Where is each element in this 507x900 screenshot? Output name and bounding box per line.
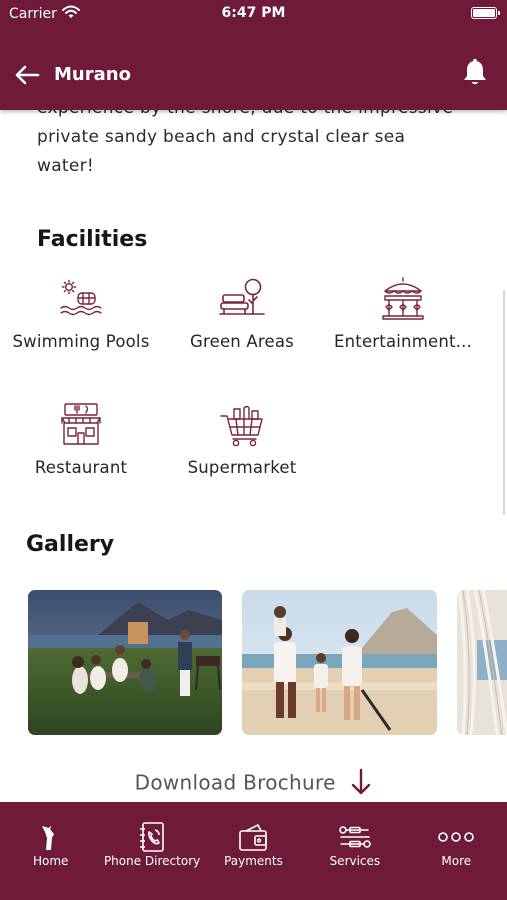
app-header: Carrier 6:47 PM Murano <box>0 0 507 110</box>
facility-restaurant[interactable]: Restaurant <box>0 402 162 477</box>
home-icon <box>41 825 54 850</box>
status-bar: Carrier 6:47 PM <box>0 0 507 30</box>
tab-label: Phone Directory <box>103 854 201 868</box>
tab-label: Payments <box>224 854 283 868</box>
tab-phone-directory[interactable]: Phone Directory <box>101 802 202 900</box>
more-icon <box>438 832 475 842</box>
phone-directory-icon <box>140 822 164 852</box>
page-title: Murano <box>54 64 131 85</box>
project-description: experience by the shore, due to the impr… <box>37 110 453 176</box>
entertainment-icon <box>382 277 424 320</box>
tab-payments[interactable]: Payments <box>203 802 304 900</box>
status-time: 6:47 PM <box>221 5 286 21</box>
tab-home[interactable]: Home <box>0 802 101 900</box>
facility-label: Entertainment... <box>334 332 472 351</box>
arrow-down-icon <box>352 768 371 795</box>
green-areas-icon <box>219 278 265 315</box>
facility-label: Supermarket <box>187 458 297 477</box>
tab-more[interactable]: More <box>406 802 507 900</box>
facility-label: Green Areas <box>190 332 294 351</box>
notifications-button[interactable] <box>461 58 489 88</box>
services-icon <box>339 826 371 848</box>
scrollbar[interactable] <box>503 290 505 515</box>
download-brochure-button[interactable]: Download Brochure <box>0 768 507 798</box>
back-button[interactable] <box>14 63 40 87</box>
facility-label: Restaurant <box>34 458 128 477</box>
facilities-heading: Facilities <box>37 227 148 252</box>
tab-label: Home <box>32 854 69 868</box>
tab-label: Services <box>329 854 381 868</box>
tab-services[interactable]: Services <box>304 802 405 900</box>
facility-green-areas[interactable]: Green Areas <box>161 276 323 351</box>
main-content[interactable]: experience by the shore, due to the impr… <box>0 110 507 802</box>
family-barbecue-image <box>28 590 222 735</box>
facility-supermarket[interactable]: Supermarket <box>161 402 323 477</box>
wallet-icon <box>239 824 268 851</box>
facility-label: Swimming Pools <box>12 332 150 351</box>
beach-family-image <box>242 590 437 735</box>
macrame-image <box>457 590 507 735</box>
battery-icon <box>471 7 500 19</box>
facility-entertainment[interactable]: Entertainment... <box>322 276 484 351</box>
gallery-photo-macrame[interactable] <box>457 590 507 735</box>
bottom-tab-bar: Home Phone Directory Payments Services M… <box>0 802 507 900</box>
gallery-photo-beach-family[interactable] <box>242 590 437 735</box>
gallery-heading: Gallery <box>26 532 115 557</box>
arrow-left-icon <box>15 65 40 85</box>
bell-icon <box>464 58 486 85</box>
restaurant-icon <box>61 403 101 445</box>
tab-label: More <box>441 854 472 868</box>
download-brochure-label: Download Brochure <box>134 770 336 795</box>
swimming-pool-icon <box>60 279 102 316</box>
facility-swimming-pools[interactable]: Swimming Pools <box>0 276 162 351</box>
supermarket-icon <box>220 405 263 447</box>
gallery-photo-barbecue[interactable] <box>28 590 222 735</box>
